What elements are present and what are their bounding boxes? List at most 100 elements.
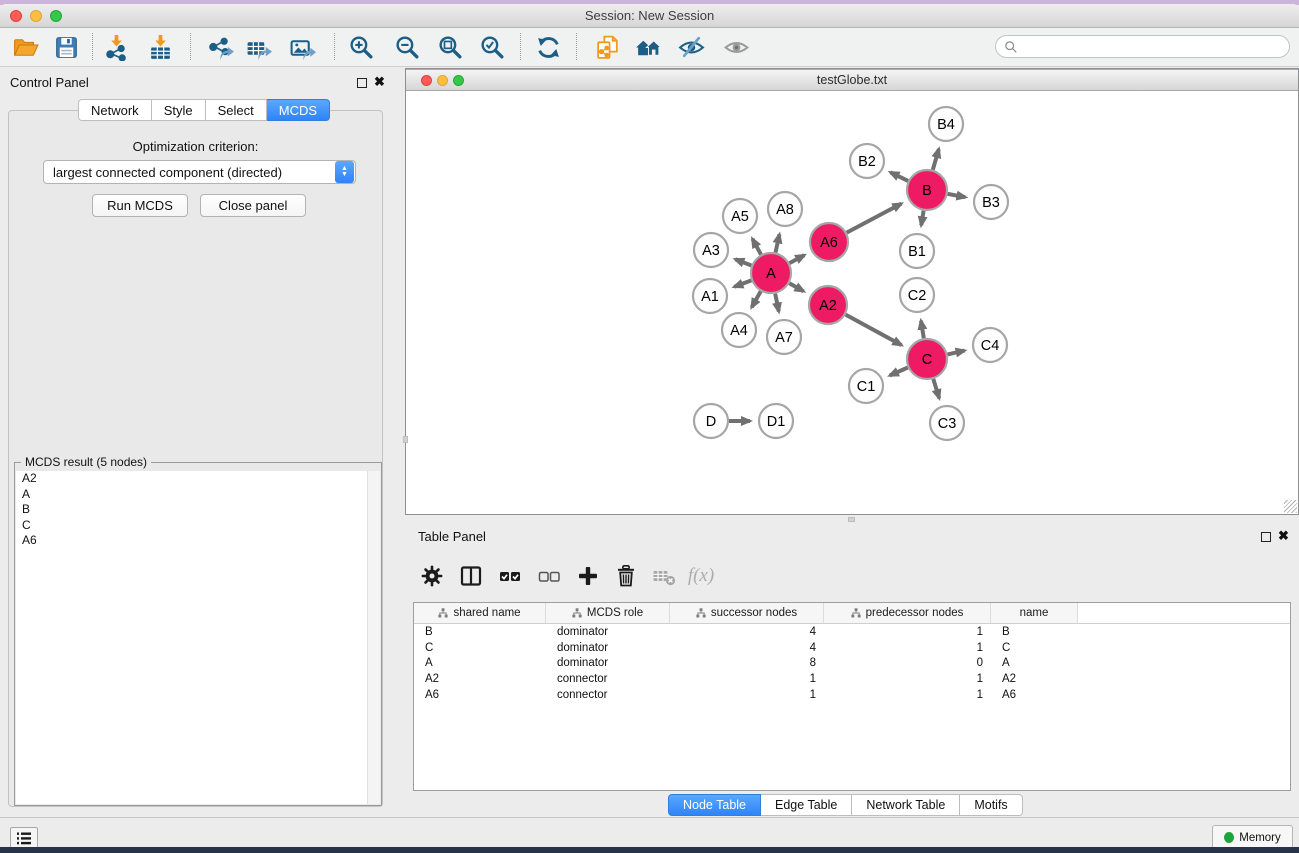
gear-icon[interactable]	[415, 559, 449, 593]
graph-edge-B-B4[interactable]	[933, 149, 939, 170]
graph-edge-A-A2[interactable]	[789, 283, 803, 291]
graph-node-A1[interactable]: A1	[693, 279, 727, 313]
tab-select[interactable]: Select	[206, 99, 267, 121]
zoom-fit-icon[interactable]	[432, 31, 468, 63]
minimize-window-button[interactable]	[30, 10, 42, 22]
tab-mcds[interactable]: MCDS	[267, 99, 330, 121]
graph-edge-B-B3[interactable]	[948, 194, 966, 197]
mcds-result-item[interactable]: A6	[16, 533, 380, 549]
column-header-MCDS-role[interactable]: MCDS role	[546, 603, 670, 623]
task-history-button[interactable]	[10, 827, 38, 848]
search-input[interactable]	[995, 35, 1290, 58]
graph-edge-A-A4[interactable]	[752, 291, 761, 307]
toggle-visibility-icon[interactable]	[673, 31, 709, 63]
export-image-icon[interactable]	[284, 31, 320, 63]
select-all-icon[interactable]	[493, 559, 527, 593]
graph-edge-A-A3[interactable]	[735, 259, 751, 265]
mcds-result-item[interactable]: A	[16, 487, 380, 503]
graph-edge-C-C3[interactable]	[933, 379, 939, 398]
graph-node-A[interactable]: A	[751, 253, 791, 293]
graph-node-D1[interactable]: D1	[759, 404, 793, 438]
graph-node-C[interactable]: C	[907, 339, 947, 379]
export-network-icon[interactable]	[202, 31, 238, 63]
graph-node-A5[interactable]: A5	[723, 199, 757, 233]
graph-edge-A-A1[interactable]	[734, 280, 751, 286]
zoom-window-button[interactable]	[50, 10, 62, 22]
graph-node-B3[interactable]: B3	[974, 185, 1008, 219]
deselect-all-icon[interactable]	[532, 559, 566, 593]
graph-edge-A-A7[interactable]	[775, 294, 779, 312]
frame-resize-grip[interactable]	[1284, 500, 1297, 513]
run-mcds-button[interactable]: Run MCDS	[92, 194, 188, 217]
node-table[interactable]: shared nameMCDS rolesuccessor nodesprede…	[413, 602, 1291, 791]
column-header-shared-name[interactable]: shared name	[414, 603, 546, 623]
graph-node-B4[interactable]: B4	[929, 107, 963, 141]
graph-node-A8[interactable]: A8	[768, 192, 802, 226]
graph-node-C1[interactable]: C1	[849, 369, 883, 403]
mcds-result-list[interactable]: A2ABCA6	[16, 471, 380, 804]
graph-edge-A6-B[interactable]	[847, 204, 902, 233]
import-network-icon[interactable]	[98, 31, 134, 63]
graph-edge-A2-C[interactable]	[846, 315, 902, 346]
graph-node-C4[interactable]: C4	[973, 328, 1007, 362]
network-canvas[interactable]: B4 B2 B B3 A8 A5 A6 A3 B1 A A1 C2 A2	[406, 91, 1298, 514]
close-window-button[interactable]	[10, 10, 22, 22]
graph-edge-A-A6[interactable]	[790, 255, 805, 263]
refresh-icon[interactable]	[530, 31, 566, 63]
table-row[interactable]: A6connector11A6	[414, 687, 1290, 703]
table-row[interactable]: Bdominator41B	[414, 624, 1290, 640]
graph-node-B[interactable]: B	[907, 170, 947, 210]
table-row[interactable]: Cdominator41C	[414, 640, 1290, 656]
graph-edge-A-A5[interactable]	[752, 239, 761, 255]
graph-edge-C-C4[interactable]	[948, 351, 965, 355]
add-column-icon[interactable]	[571, 559, 605, 593]
control-panel-close-icon[interactable]: ✖	[374, 76, 385, 88]
tab-edge-table[interactable]: Edge Table	[761, 794, 852, 816]
delete-rows-icon[interactable]	[609, 559, 643, 593]
result-scrollbar[interactable]	[367, 471, 380, 804]
column-header-successor-nodes[interactable]: successor nodes	[670, 603, 824, 623]
graph-edge-C-C2[interactable]	[921, 321, 924, 339]
memory-button[interactable]: Memory	[1212, 825, 1293, 848]
zoom-selected-icon[interactable]	[474, 31, 510, 63]
horizontal-split-grip[interactable]	[848, 517, 855, 522]
graph-node-A3[interactable]: A3	[694, 233, 728, 267]
table-panel-close-icon[interactable]: ✖	[1278, 530, 1289, 542]
graph-node-B1[interactable]: B1	[900, 234, 934, 268]
graph-node-A2[interactable]: A2	[809, 286, 847, 324]
table-row[interactable]: Adominator80A	[414, 656, 1290, 672]
graph-node-B2[interactable]: B2	[850, 144, 884, 178]
control-panel-float-icon[interactable]	[357, 78, 367, 88]
mcds-result-item[interactable]: A2	[16, 471, 380, 487]
search-field[interactable]	[1018, 40, 1289, 54]
table-panel-float-icon[interactable]	[1261, 532, 1271, 542]
network-frame-titlebar[interactable]: testGlobe.txt	[406, 70, 1298, 91]
zoom-out-icon[interactable]	[389, 31, 425, 63]
tab-network-table[interactable]: Network Table	[852, 794, 960, 816]
graph-edge-B-B2[interactable]	[890, 172, 908, 181]
network-graph[interactable]: B4 B2 B B3 A8 A5 A6 A3 B1 A A1 C2 A2	[406, 91, 1298, 514]
split-columns-icon[interactable]	[454, 559, 488, 593]
zoom-in-icon[interactable]	[343, 31, 379, 63]
column-header-name[interactable]: name	[991, 603, 1078, 623]
table-row[interactable]: A2connector11A2	[414, 671, 1290, 687]
tab-network[interactable]: Network	[78, 99, 152, 121]
frame-minimize-button[interactable]	[437, 75, 448, 86]
column-header-predecessor-nodes[interactable]: predecessor nodes	[824, 603, 991, 623]
frame-close-button[interactable]	[421, 75, 432, 86]
save-session-icon[interactable]	[48, 31, 84, 63]
clone-network-icon[interactable]	[590, 31, 626, 63]
home-icon[interactable]	[630, 31, 666, 63]
graph-node-A6[interactable]: A6	[810, 223, 848, 261]
graph-edge-C-C1[interactable]	[890, 368, 908, 376]
criterion-select[interactable]: largest connected component (directed) ▲…	[43, 160, 356, 184]
tab-node-table[interactable]: Node Table	[668, 794, 761, 816]
import-table-icon[interactable]	[142, 31, 178, 63]
graph-edge-B-B1[interactable]	[921, 211, 923, 226]
birdseye-icon[interactable]	[718, 31, 754, 63]
frame-zoom-button[interactable]	[453, 75, 464, 86]
graph-node-C3[interactable]: C3	[930, 406, 964, 440]
open-file-icon[interactable]	[7, 31, 43, 63]
mcds-result-item[interactable]: C	[16, 518, 380, 534]
graph-node-A7[interactable]: A7	[767, 320, 801, 354]
